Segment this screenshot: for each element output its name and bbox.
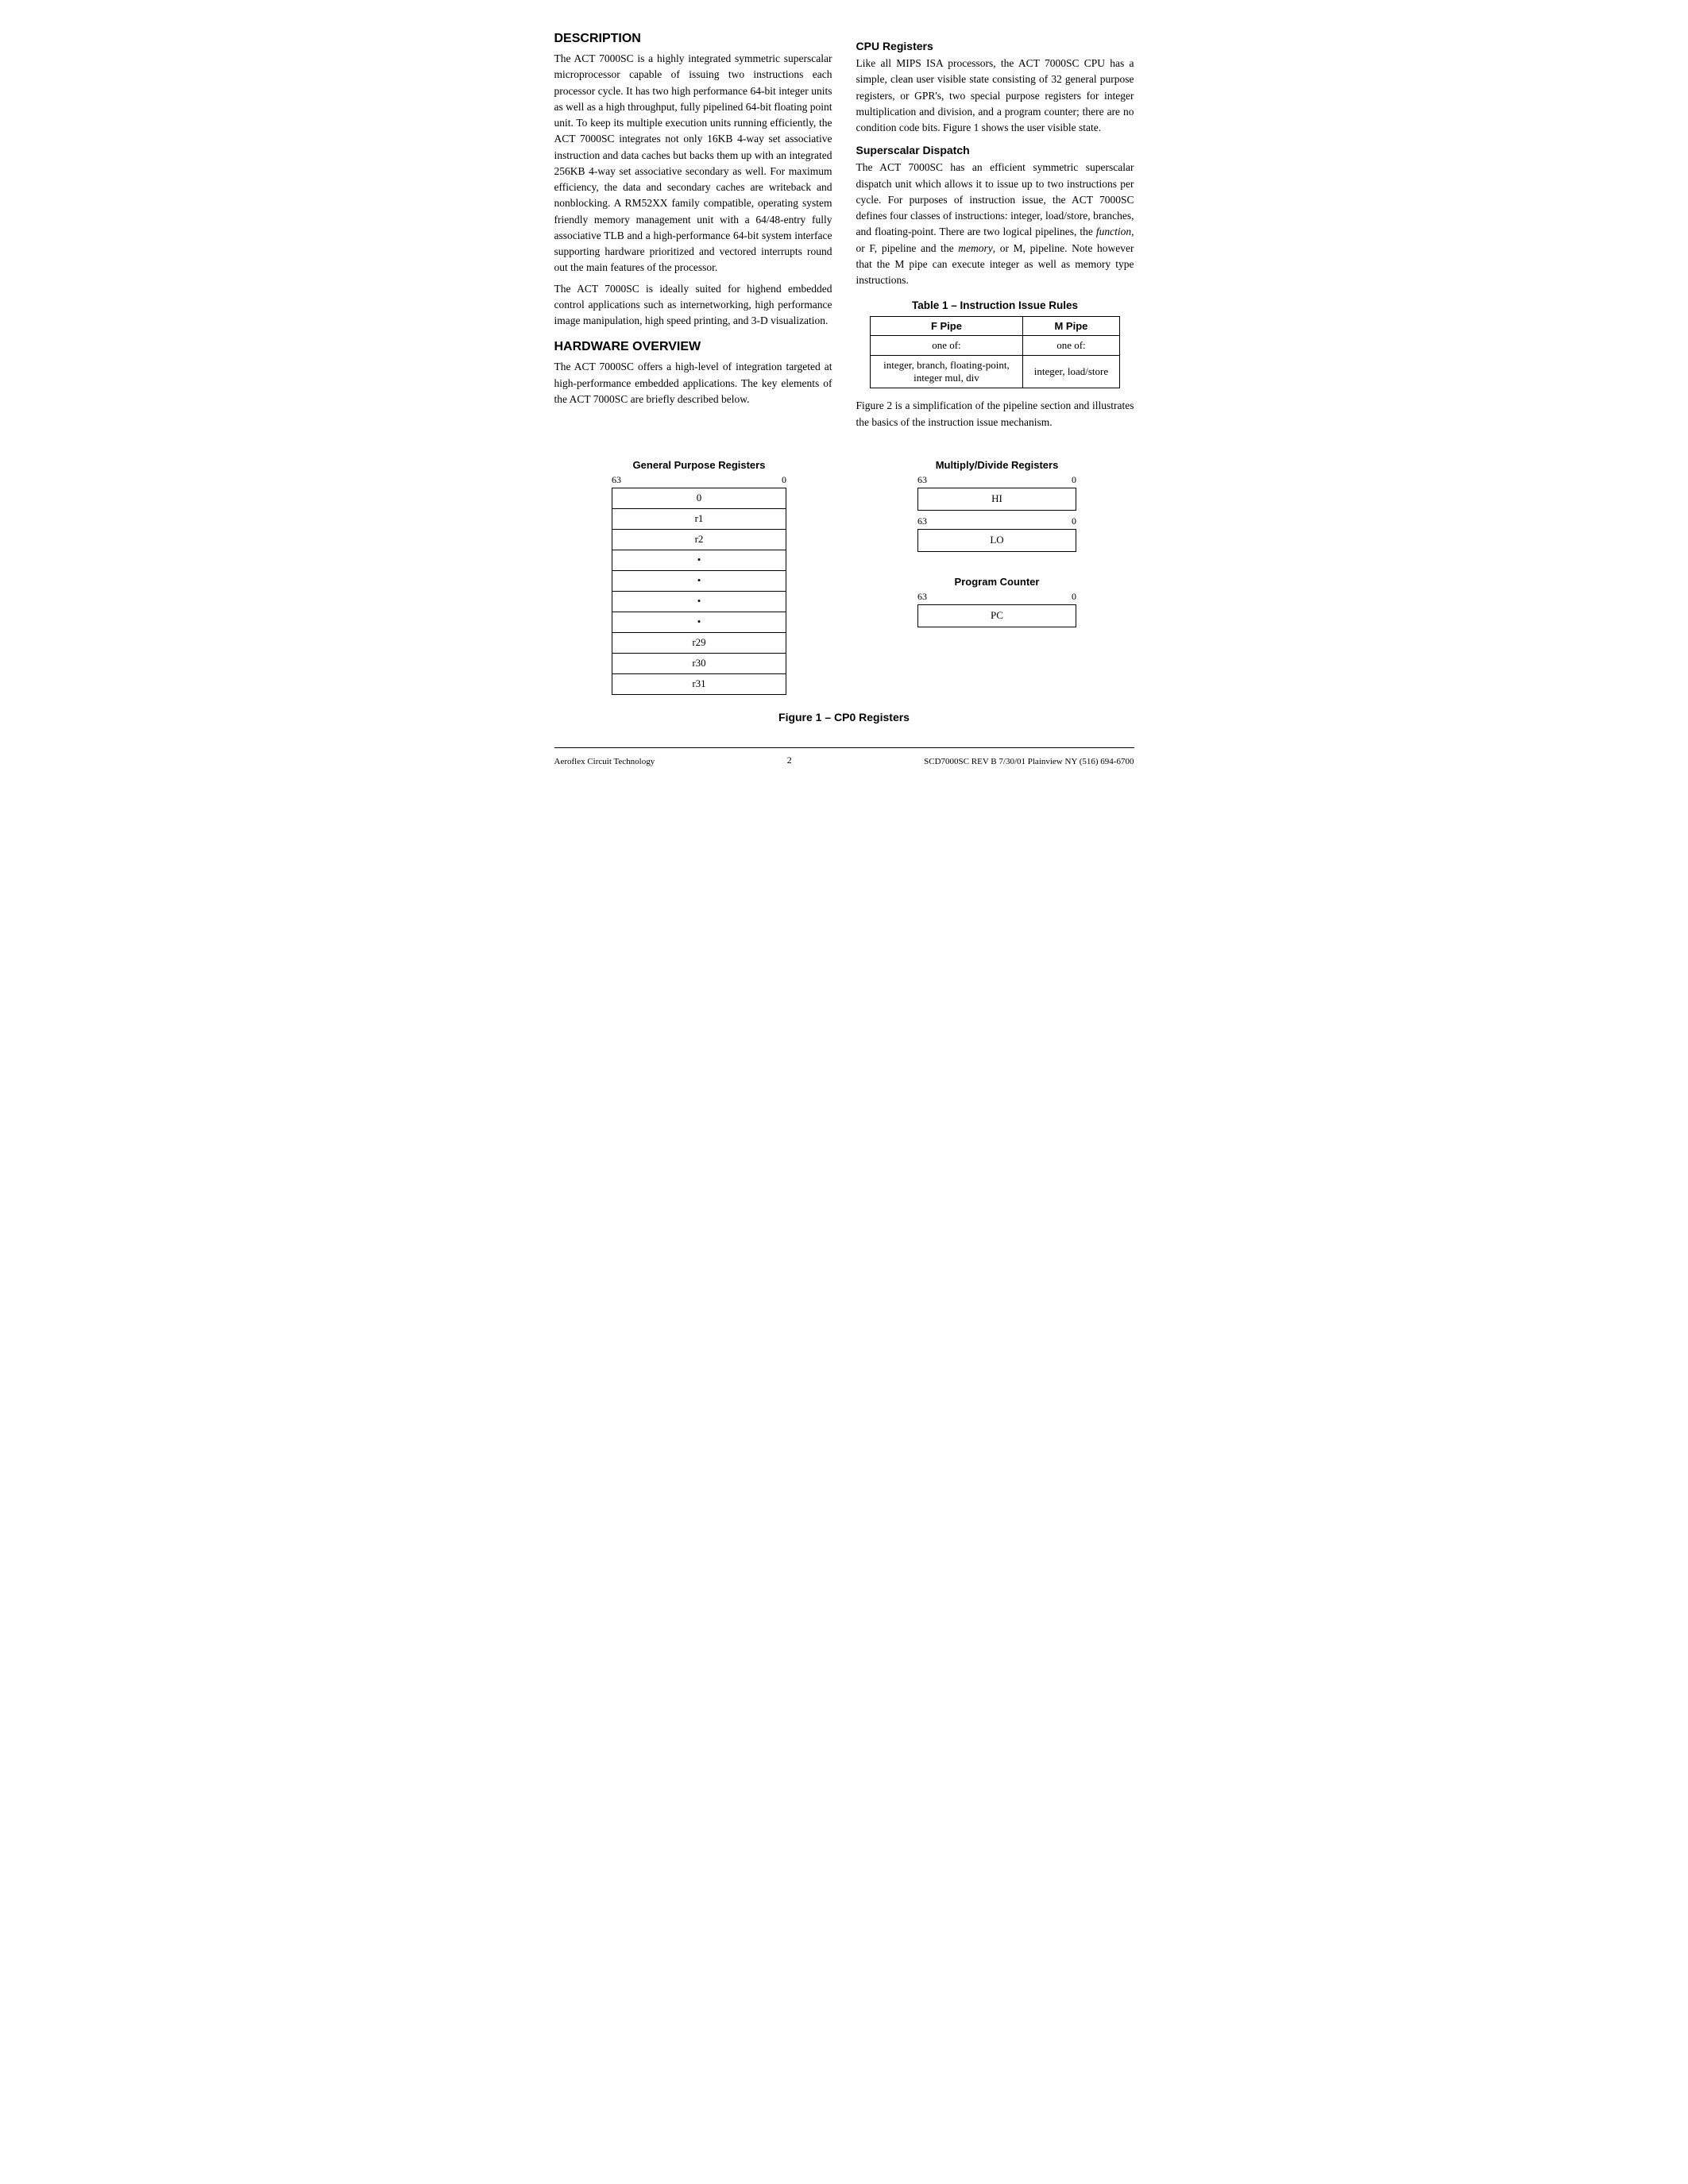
description-title: DESCRIPTION	[554, 32, 832, 46]
hi-table: HI	[917, 488, 1076, 511]
gpr-reg-dot2: •	[612, 570, 786, 591]
footer-left: Aeroflex Circuit Technology	[554, 757, 655, 766]
superscalar-title: Superscalar Dispatch	[856, 144, 1134, 156]
hi-width-label: 63 0	[917, 474, 1076, 486]
page: DESCRIPTION The ACT 7000SC is a highly i…	[554, 32, 1134, 766]
pipeline-note-para: Figure 2 is a simplification of the pipe…	[856, 398, 1134, 430]
table-row: one of: one of:	[871, 336, 1120, 356]
gpr-reg-r30: r30	[612, 653, 786, 673]
multiply-divide-group: Multiply/Divide Registers 63 0 HI 63 0	[917, 459, 1076, 552]
table-header-mpipe: M Pipe	[1022, 317, 1119, 336]
table-row: 0	[612, 488, 786, 508]
table-cell: one of:	[871, 336, 1023, 356]
gpr-label-right: 0	[782, 474, 786, 486]
footer: Aeroflex Circuit Technology 2 SCD7000SC …	[554, 747, 1134, 766]
table-row: •	[612, 612, 786, 632]
gpr-reg-dot4: •	[612, 612, 786, 632]
gpr-width-label: 63 0	[612, 474, 786, 486]
program-counter-group: Program Counter 63 0 PC	[917, 576, 1076, 627]
lo-table: LO	[917, 529, 1076, 552]
table-header-fpipe: F Pipe	[871, 317, 1023, 336]
description-para-2: The ACT 7000SC is ideally suited for hig…	[554, 281, 832, 330]
hi-label-left: 63	[917, 474, 927, 486]
lo-width-label: 63 0	[917, 515, 1076, 527]
pc-table: PC	[917, 604, 1076, 627]
right-diagrams: Multiply/Divide Registers 63 0 HI 63 0	[917, 459, 1076, 627]
superscalar-para-1: The ACT 7000SC has an efficient symmetri…	[856, 160, 1134, 288]
lo-label-right: 0	[1072, 515, 1076, 527]
table-cell: integer, branch, floating-point,integer …	[871, 356, 1023, 388]
table-row: •	[612, 550, 786, 570]
issue-rules-table: F Pipe M Pipe one of: one of: integer, b…	[870, 316, 1120, 388]
footer-page-number: 2	[787, 754, 792, 766]
left-column: DESCRIPTION The ACT 7000SC is a highly i…	[554, 32, 832, 412]
cpu-registers-para-1: Like all MIPS ISA processors, the ACT 70…	[856, 56, 1134, 136]
table-row: HI	[918, 488, 1076, 510]
pc-width-label: 63 0	[917, 591, 1076, 603]
table-row: •	[612, 591, 786, 612]
table-row: integer, branch, floating-point,integer …	[871, 356, 1120, 388]
table-row: r1	[612, 508, 786, 529]
figure-section: General Purpose Registers 63 0 0 r1 r2 •…	[554, 459, 1134, 695]
gpr-reg-dot3: •	[612, 591, 786, 612]
gpr-table: 0 r1 r2 • • • • r29 r30 r31	[612, 488, 786, 695]
footer-doc-info: SCD7000SC REV B 7/30/01 Plainview NY (51…	[924, 757, 1134, 766]
main-content: DESCRIPTION The ACT 7000SC is a highly i…	[554, 32, 1134, 435]
gpr-reg-r2: r2	[612, 529, 786, 550]
table-row: r30	[612, 653, 786, 673]
gpr-title: General Purpose Registers	[633, 459, 766, 471]
pc-label-right: 0	[1072, 591, 1076, 603]
hardware-overview-title: HARDWARE OVERVIEW	[554, 340, 832, 354]
cpu-registers-title: CPU Registers	[856, 40, 1134, 52]
table-row: r29	[612, 632, 786, 653]
table-title: Table 1 – Instruction Issue Rules	[856, 299, 1134, 311]
figure-caption: Figure 1 – CP0 Registers	[554, 711, 1134, 723]
table-row: LO	[918, 529, 1076, 551]
table-row: PC	[918, 604, 1076, 627]
gpr-reg-0: 0	[612, 488, 786, 508]
hi-reg: HI	[918, 488, 1076, 510]
table-row: r2	[612, 529, 786, 550]
right-column: CPU Registers Like all MIPS ISA processo…	[856, 32, 1134, 435]
lo-reg: LO	[918, 529, 1076, 551]
gpr-reg-r1: r1	[612, 508, 786, 529]
table-cell: one of:	[1022, 336, 1119, 356]
footer-company: Aeroflex Circuit Technology	[554, 757, 655, 766]
program-counter-title: Program Counter	[955, 576, 1040, 588]
description-para-1: The ACT 7000SC is a highly integrated sy…	[554, 51, 832, 276]
table-row: r31	[612, 673, 786, 694]
pc-label-left: 63	[917, 591, 927, 603]
gpr-group: General Purpose Registers 63 0 0 r1 r2 •…	[612, 459, 786, 695]
multiply-divide-title: Multiply/Divide Registers	[936, 459, 1059, 471]
gpr-reg-r29: r29	[612, 632, 786, 653]
hardware-overview-para-1: The ACT 7000SC offers a high-level of in…	[554, 359, 832, 407]
gpr-reg-r31: r31	[612, 673, 786, 694]
table-cell: integer, load/store	[1022, 356, 1119, 388]
gpr-reg-dot1: •	[612, 550, 786, 570]
hi-label-right: 0	[1072, 474, 1076, 486]
lo-label-left: 63	[917, 515, 927, 527]
table-row: •	[612, 570, 786, 591]
pc-reg: PC	[918, 604, 1076, 627]
gpr-label-left: 63	[612, 474, 621, 486]
